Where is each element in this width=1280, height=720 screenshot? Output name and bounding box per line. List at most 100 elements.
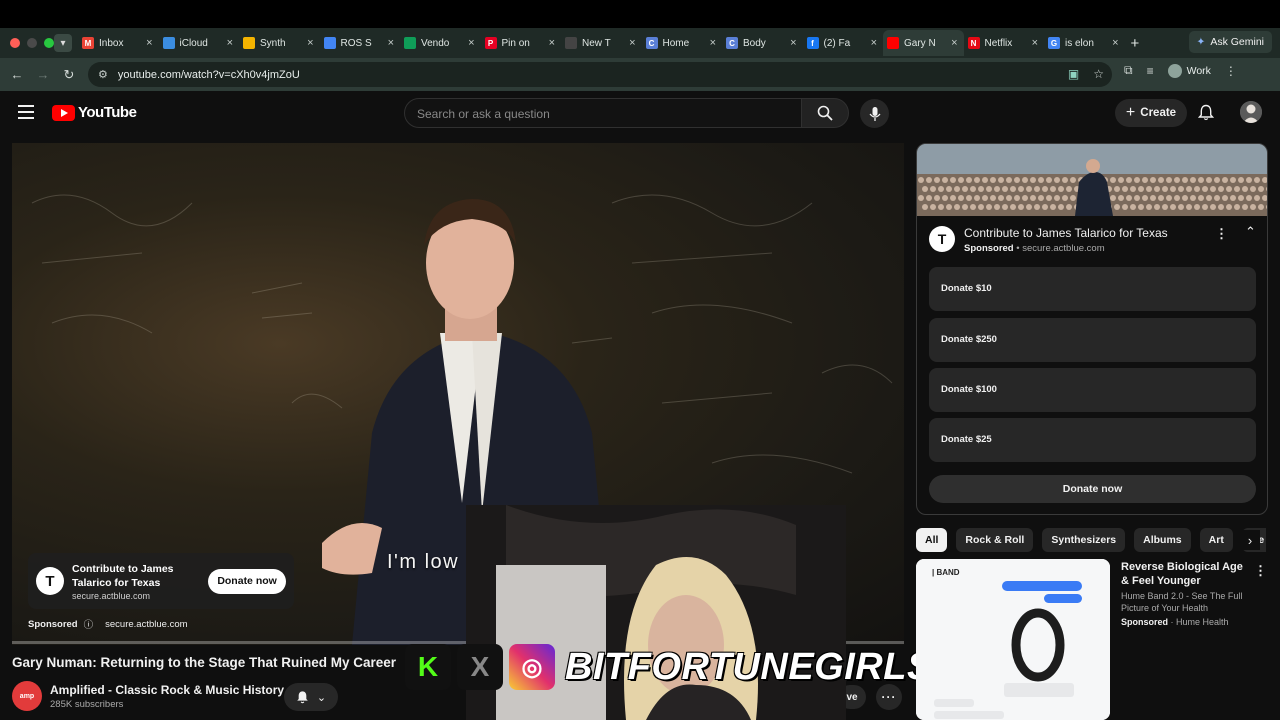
browser-tab[interactable]: iCloud ×: [159, 30, 240, 56]
browser-tab[interactable]: M Inbox ×: [78, 30, 159, 56]
close-tab-icon[interactable]: ×: [951, 37, 957, 49]
close-tab-icon[interactable]: ×: [871, 37, 877, 49]
profile-button[interactable]: Work: [1167, 63, 1211, 78]
close-tab-icon[interactable]: ×: [549, 37, 555, 49]
ad-menu-icon[interactable]: ⋮: [1215, 226, 1228, 242]
browser-tab[interactable]: Vendo ×: [400, 30, 481, 56]
donate-now-button[interactable]: Donate now: [929, 475, 1256, 503]
crowd-figure: [1022, 195, 1028, 201]
crowd-figure: [966, 177, 972, 183]
crowd-figure: [1162, 204, 1168, 210]
chip-all[interactable]: All: [916, 528, 948, 552]
ad-banner-image[interactable]: [917, 144, 1267, 216]
chip-albums[interactable]: Albums: [1134, 528, 1191, 552]
bookmark-star-icon[interactable]: ☆: [1093, 67, 1104, 81]
site-info-icon[interactable]: ⚙: [98, 68, 108, 81]
crowd-figure: [1258, 204, 1264, 210]
tab-search-button[interactable]: ▾: [54, 34, 72, 52]
cast-icon[interactable]: ▣: [1068, 67, 1079, 81]
hamburger-menu-icon[interactable]: [18, 105, 34, 123]
browser-tab[interactable]: P Pin on ×: [481, 30, 562, 56]
crowd-figure: [978, 186, 984, 192]
close-tab-icon[interactable]: ×: [1112, 37, 1118, 49]
sponsored-ad-panel[interactable]: T Contribute to James Talarico for Texas…: [916, 143, 1268, 515]
youtube-logo[interactable]: YouTube: [52, 104, 137, 121]
close-window-button[interactable]: [10, 38, 20, 48]
extensions-icon[interactable]: ⧉: [1124, 63, 1133, 78]
browser-menu-icon[interactable]: ⋮: [1225, 64, 1237, 78]
address-bar[interactable]: ⚙ youtube.com/watch?v=cXh0v4jmZoU ▣ ☆: [88, 62, 1112, 87]
minimize-window-button[interactable]: [27, 38, 37, 48]
notifications-bell-icon[interactable]: [1198, 104, 1214, 121]
create-button[interactable]: + Create: [1115, 99, 1187, 127]
browser-tab[interactable]: f (2) Fa ×: [803, 30, 884, 56]
recommended-ad-thumbnail[interactable]: | BAND: [916, 559, 1110, 720]
close-tab-icon[interactable]: ×: [307, 37, 313, 49]
forward-button[interactable]: →: [30, 67, 56, 82]
sponsored-domain[interactable]: secure.actblue.com: [105, 619, 187, 630]
thumb-brand: | BAND: [932, 568, 960, 577]
chip-rock-and-roll[interactable]: Rock & Roll: [956, 528, 1034, 552]
close-tab-icon[interactable]: ×: [227, 37, 233, 49]
close-tab-icon[interactable]: ×: [710, 37, 716, 49]
ad-info-icon[interactable]: ⓘ: [84, 617, 94, 631]
crowd-figure: [1258, 186, 1264, 192]
search-button[interactable]: [801, 98, 849, 128]
browser-tab[interactable]: C Body ×: [722, 30, 803, 56]
search-input[interactable]: Search or ask a question: [404, 98, 802, 128]
donate-option[interactable]: Donate $25: [929, 418, 1256, 462]
crowd-figure: [1202, 186, 1208, 192]
notification-preference-button[interactable]: ⌄: [284, 683, 338, 711]
crowd-figure: [1134, 177, 1140, 183]
ask-gemini-button[interactable]: ✦ Ask Gemini: [1188, 31, 1272, 53]
reload-button[interactable]: ↻: [56, 67, 82, 83]
crowd-figure: [1002, 204, 1008, 210]
crowd-figure: [1010, 186, 1016, 192]
crowd-figure: [1210, 204, 1216, 210]
media-controls-icon[interactable]: ≡: [1147, 64, 1154, 78]
channel-avatar[interactable]: amp: [12, 681, 42, 711]
close-tab-icon[interactable]: ×: [1032, 37, 1038, 49]
recommendation-menu-icon[interactable]: ⋮: [1254, 563, 1267, 579]
voice-search-button[interactable]: [860, 99, 889, 128]
crowd-figure: [1034, 186, 1040, 192]
browser-tab[interactable]: N Netflix ×: [964, 30, 1045, 56]
overlay-ad-card[interactable]: T Contribute to James Talarico for Texas…: [28, 553, 294, 609]
back-button[interactable]: ←: [4, 67, 30, 82]
close-tab-icon[interactable]: ×: [790, 37, 796, 49]
crowd-figure: [986, 186, 992, 192]
chip-art[interactable]: Art: [1199, 528, 1233, 552]
donate-option[interactable]: Donate $100: [929, 368, 1256, 412]
account-avatar[interactable]: [1240, 101, 1262, 123]
browser-tab[interactable]: Gary N ×: [883, 30, 964, 56]
close-tab-icon[interactable]: ×: [388, 37, 394, 49]
crowd-figure: [1114, 186, 1120, 192]
browser-tab[interactable]: New T ×: [561, 30, 642, 56]
donate-option[interactable]: Donate $250: [929, 318, 1256, 362]
channel-name[interactable]: Amplified - Classic Rock & Music History: [50, 683, 284, 697]
close-tab-icon[interactable]: ×: [468, 37, 474, 49]
crowd-figure: [1190, 195, 1196, 201]
browser-tab[interactable]: Synth ×: [239, 30, 320, 56]
crowd-figure: [1062, 195, 1068, 201]
subscriber-count: 285K subscribers: [50, 698, 124, 710]
close-tab-icon[interactable]: ×: [146, 37, 152, 49]
overlay-donate-button[interactable]: Donate now: [208, 568, 286, 594]
close-tab-icon[interactable]: ×: [629, 37, 635, 49]
crowd-figure: [1198, 177, 1204, 183]
new-tab-button[interactable]: +: [1131, 35, 1140, 52]
maximize-window-button[interactable]: [44, 38, 54, 48]
browser-tab[interactable]: C Home ×: [642, 30, 723, 56]
browser-tab[interactable]: Gis elon ×: [1044, 30, 1125, 56]
ad-title[interactable]: Contribute to James Talarico for Texas: [964, 226, 1168, 240]
recommended-title[interactable]: Reverse Biological Age & Feel Younger: [1121, 560, 1247, 588]
chevron-right-icon[interactable]: ›: [1240, 530, 1260, 550]
crowd-figure: [986, 204, 992, 210]
donate-option[interactable]: Donate $10: [929, 267, 1256, 311]
crowd-figure: [1206, 195, 1212, 201]
channel-info[interactable]: amp Amplified - Classic Rock & Music His…: [12, 681, 284, 711]
chip-synthesizers[interactable]: Synthesizers: [1042, 528, 1126, 552]
browser-tab[interactable]: ROS S ×: [320, 30, 401, 56]
chevron-up-icon[interactable]: ⌃: [1245, 224, 1256, 240]
crowd-figure: [1186, 186, 1192, 192]
